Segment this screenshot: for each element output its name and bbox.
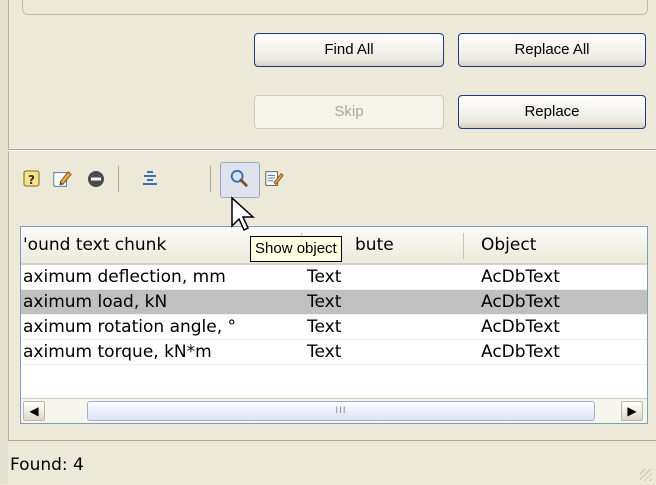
window-left-border [0, 0, 9, 484]
table-row[interactable]: aximum rotation angle, ° Text AcDbText [21, 315, 647, 340]
cell-text-chunk: aximum torque, kN*m [23, 342, 212, 362]
section-separator [8, 149, 656, 151]
cell-attribute: Text [307, 317, 342, 337]
zoom-icon[interactable] [229, 169, 249, 189]
column-header-label: 'ound text chunk [23, 235, 167, 255]
table-row[interactable]: aximum deflection, mm Text AcDbText [21, 265, 647, 290]
cell-text-chunk: aximum deflection, mm [23, 267, 226, 287]
arrow-left-icon: ◀ [29, 404, 39, 418]
remove-icon[interactable] [86, 169, 106, 189]
column-header-object[interactable]: Object [477, 227, 641, 263]
find-all-button[interactable]: Find All [254, 33, 444, 67]
tooltip: Show object [250, 236, 342, 262]
scroll-right-button[interactable]: ▶ [621, 401, 643, 421]
scrollbar-grip: III [335, 406, 347, 416]
horizontal-scrollbar[interactable]: ◀ III ▶ [21, 398, 647, 423]
edit-icon[interactable] [52, 169, 72, 189]
cell-text-chunk: aximum load, kN [23, 292, 168, 312]
scroll-left-button[interactable]: ◀ [23, 401, 45, 421]
cell-attribute: Text [307, 342, 342, 362]
resize-grip-icon[interactable] [640, 469, 652, 481]
table-row-selected[interactable]: aximum load, kN Text AcDbText [21, 290, 647, 315]
cell-object: AcDbText [481, 317, 560, 337]
column-header-label: bute [355, 235, 394, 255]
skip-button[interactable]: Skip [254, 95, 444, 129]
status-bar: Found: 4 [8, 440, 656, 485]
cell-attribute: Text [307, 292, 342, 312]
table-row[interactable]: aximum torque, kN*m Text AcDbText [21, 340, 647, 365]
arrow-right-icon: ▶ [627, 404, 637, 418]
toolbar-separator [210, 166, 211, 192]
column-header-label: Object [481, 235, 537, 255]
cell-object: AcDbText [481, 267, 560, 287]
svg-text:?: ? [28, 173, 35, 187]
replace-button[interactable]: Replace [458, 95, 646, 129]
toolbar-separator [118, 166, 119, 192]
cell-object: AcDbText [481, 292, 560, 312]
column-divider[interactable] [463, 233, 464, 259]
cell-object: AcDbText [481, 342, 560, 362]
mouse-cursor-icon [231, 196, 255, 232]
found-count: Found: 4 [10, 455, 84, 475]
help-icon[interactable]: ? [22, 169, 42, 189]
cell-text-chunk: aximum rotation angle, ° [23, 317, 237, 337]
edit-object-icon[interactable] [264, 169, 284, 189]
cell-attribute: Text [307, 267, 342, 287]
options-group-box [22, 0, 648, 15]
align-icon[interactable] [140, 169, 160, 189]
replace-all-button[interactable]: Replace All [458, 33, 646, 67]
scrollbar-thumb[interactable]: III [87, 401, 595, 421]
